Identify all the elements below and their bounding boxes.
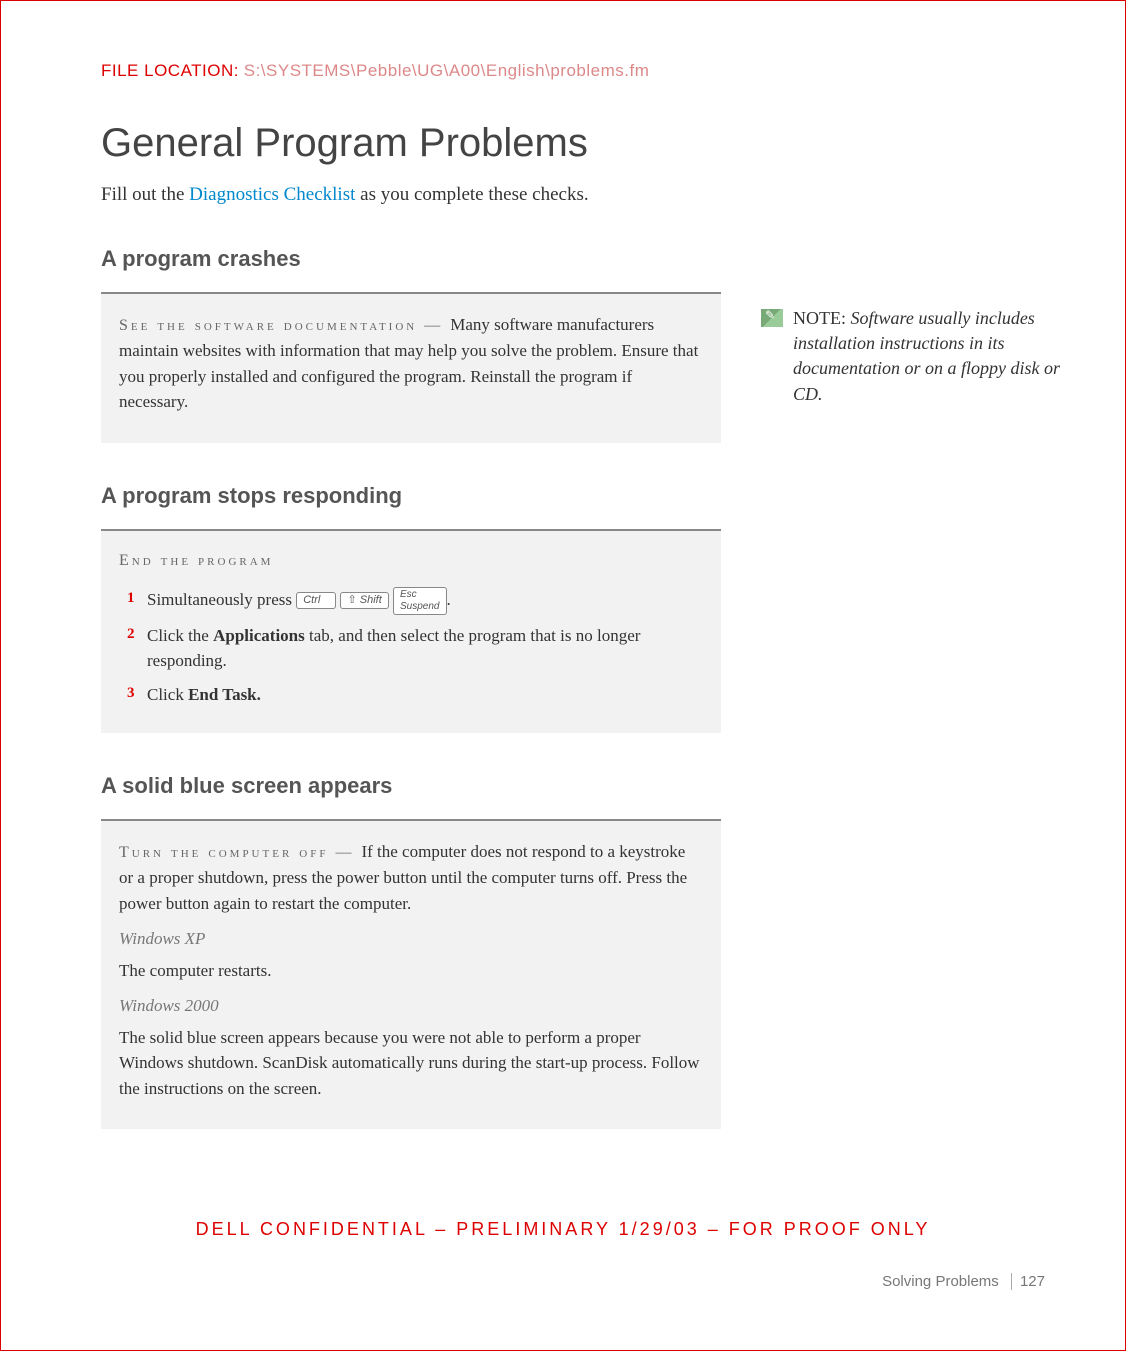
ctrl-key-icon: Ctrl <box>296 592 336 609</box>
esc-top: Esc <box>400 589 417 600</box>
blue-lead: Turn the computer off — <box>119 844 361 861</box>
step-3-pre: Click <box>147 685 188 704</box>
shift-key-icon: Shift <box>340 592 388 609</box>
step-3: 3 Click End Task. <box>127 682 703 708</box>
main-column: A program crashes See the software docum… <box>101 246 721 1169</box>
blue-os2: Windows 2000 <box>119 993 703 1019</box>
intro-text: Fill out the Diagnostics Checklist as yo… <box>101 184 1075 206</box>
file-location-label: FILE LOCATION: <box>101 61 239 80</box>
confidential-footer: DELL CONFIDENTIAL – PRELIMINARY 1/29/03 … <box>1 1219 1125 1240</box>
footer-separator <box>1011 1273 1012 1290</box>
stops-steps: 1 Simultaneously press Ctrl Shift EscSus… <box>119 587 703 708</box>
esc-bot: Suspend <box>400 601 439 612</box>
crashes-heading: A program crashes <box>101 246 721 272</box>
page: FILE LOCATION: S:\SYSTEMS\Pebble\UG\A00\… <box>0 0 1126 1351</box>
crashes-box: See the software documentation — Many so… <box>101 292 721 443</box>
step-3-bold: End Task. <box>188 685 261 704</box>
intro-pre: Fill out the <box>101 184 189 205</box>
blue-text: Turn the computer off — If the computer … <box>119 839 703 916</box>
blue-os2-body: The solid blue screen appears because yo… <box>119 1025 703 1102</box>
blue-heading: A solid blue screen appears <box>101 773 721 799</box>
crashes-text: See the software documentation — Many so… <box>119 312 703 415</box>
page-footer: Solving Problems 127 <box>882 1273 1045 1290</box>
intro-post: as you complete these checks. <box>355 184 588 205</box>
file-location-path: S:\SYSTEMS\Pebble\UG\A00\English\problem… <box>244 61 650 80</box>
stops-box: End the program 1 Simultaneously press C… <box>101 529 721 734</box>
diagnostics-checklist-link[interactable]: Diagnostics Checklist <box>189 184 355 205</box>
step-1: 1 Simultaneously press Ctrl Shift EscSus… <box>127 587 703 615</box>
step-2-bold: Applications <box>213 626 305 645</box>
step-1-pre: Simultaneously press <box>147 590 296 609</box>
crashes-lead: See the software documentation — <box>119 317 450 334</box>
stops-lead: End the program <box>119 549 703 573</box>
stops-heading: A program stops responding <box>101 483 721 509</box>
content-row: A program crashes See the software docum… <box>101 246 1075 1169</box>
note-block: NOTE: Software usually includes installa… <box>761 306 1075 407</box>
blue-os1-body: The computer restarts. <box>119 958 703 984</box>
footer-page-number: 127 <box>1020 1273 1045 1290</box>
note-label: NOTE: <box>793 308 846 328</box>
esc-suspend-key-icon: EscSuspend <box>393 587 446 615</box>
note-icon <box>761 309 783 327</box>
page-title: General Program Problems <box>101 121 1075 166</box>
step-2: 2 Click the Applications tab, and then s… <box>127 623 703 674</box>
blue-box: Turn the computer off — If the computer … <box>101 819 721 1129</box>
side-column: NOTE: Software usually includes installa… <box>761 246 1075 1169</box>
step-2-pre: Click the <box>147 626 213 645</box>
blue-os1: Windows XP <box>119 926 703 952</box>
step-2-num: 2 <box>127 623 135 646</box>
step-1-num: 1 <box>127 587 135 610</box>
step-1-post: . <box>447 590 451 609</box>
step-3-num: 3 <box>127 682 135 705</box>
file-location-line: FILE LOCATION: S:\SYSTEMS\Pebble\UG\A00\… <box>101 61 1075 81</box>
footer-section: Solving Problems <box>882 1273 999 1290</box>
note-body: NOTE: Software usually includes installa… <box>793 306 1075 407</box>
